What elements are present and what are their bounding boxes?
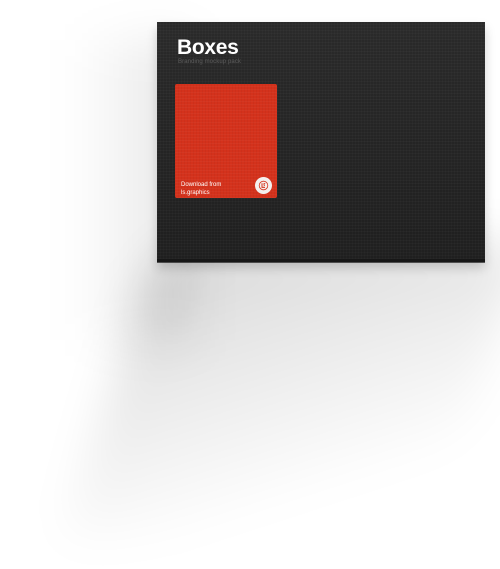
red-label: Download from ls.graphics (175, 84, 277, 198)
box-subtitle: Branding mockup pack (178, 59, 242, 65)
label-line-2: ls.graphics (181, 190, 210, 196)
label-line-1: Download from (181, 182, 222, 188)
box-title: Boxes (177, 36, 239, 59)
label-text: Download from ls.graphics (181, 181, 221, 197)
box-mockup: Boxes Branding mockup pack Download from… (157, 22, 485, 262)
ls-logo-icon (255, 177, 272, 194)
box-bottom-edge (157, 259, 485, 262)
